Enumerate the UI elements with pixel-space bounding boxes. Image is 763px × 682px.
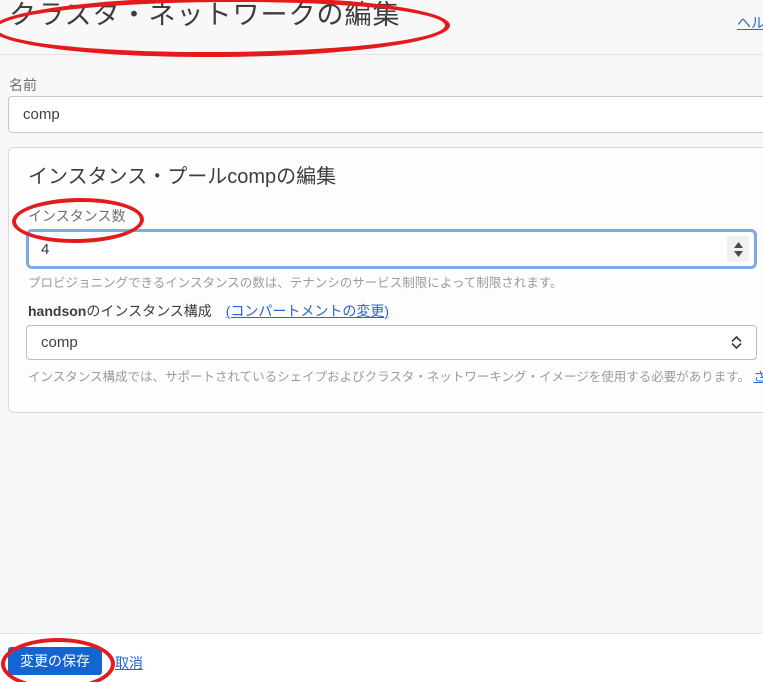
number-stepper[interactable]: [727, 236, 749, 262]
compartment-name-label: handson: [28, 303, 86, 319]
change-compartment-link[interactable]: (コンパートメントの変更): [226, 303, 389, 319]
footer-divider: [0, 633, 763, 634]
stepper-up-icon[interactable]: [734, 242, 743, 248]
save-button[interactable]: 変更の保存: [8, 647, 102, 675]
instance-config-label: handsonのインスタンス構成 (コンパートメントの変更): [28, 301, 389, 321]
cancel-link[interactable]: 取消: [115, 653, 143, 673]
learn-more-link[interactable]: さらに学ぶ: [754, 370, 763, 384]
header-divider: [0, 54, 763, 55]
instance-count-field: [26, 229, 757, 269]
name-field-label: 名前: [9, 75, 37, 95]
name-input[interactable]: [8, 96, 763, 133]
stepper-down-icon[interactable]: [734, 251, 743, 257]
instance-config-select[interactable]: comp: [26, 325, 757, 360]
instance-config-help-text: インスタンス構成では、サポートされているシェイプおよびクラスタ・ネットワーキング…: [28, 366, 763, 385]
edit-cluster-network-dialog: クラスタ・ネットワークの編集 ヘルプ 名前 インスタンス・プールcompの編集 …: [0, 0, 763, 682]
instance-count-help-text: プロビジョニングできるインスタンスの数は、テナンシのサービス制限によって制限され…: [28, 272, 563, 291]
instance-count-label: インスタンス数: [28, 206, 125, 226]
instance-config-selected-value: comp: [27, 334, 731, 351]
instance-config-help-body: インスタンス構成では、サポートされているシェイプおよびクラスタ・ネットワーキング…: [28, 370, 750, 384]
page-title: クラスタ・ネットワークの編集: [9, 0, 400, 32]
help-link[interactable]: ヘルプ: [737, 13, 763, 33]
chevron-up-down-icon: [731, 336, 742, 349]
instance-pool-heading: インスタンス・プールcompの編集: [28, 160, 336, 189]
instance-config-label-rest: のインスタンス構成: [86, 303, 211, 319]
instance-count-input[interactable]: [29, 231, 727, 267]
